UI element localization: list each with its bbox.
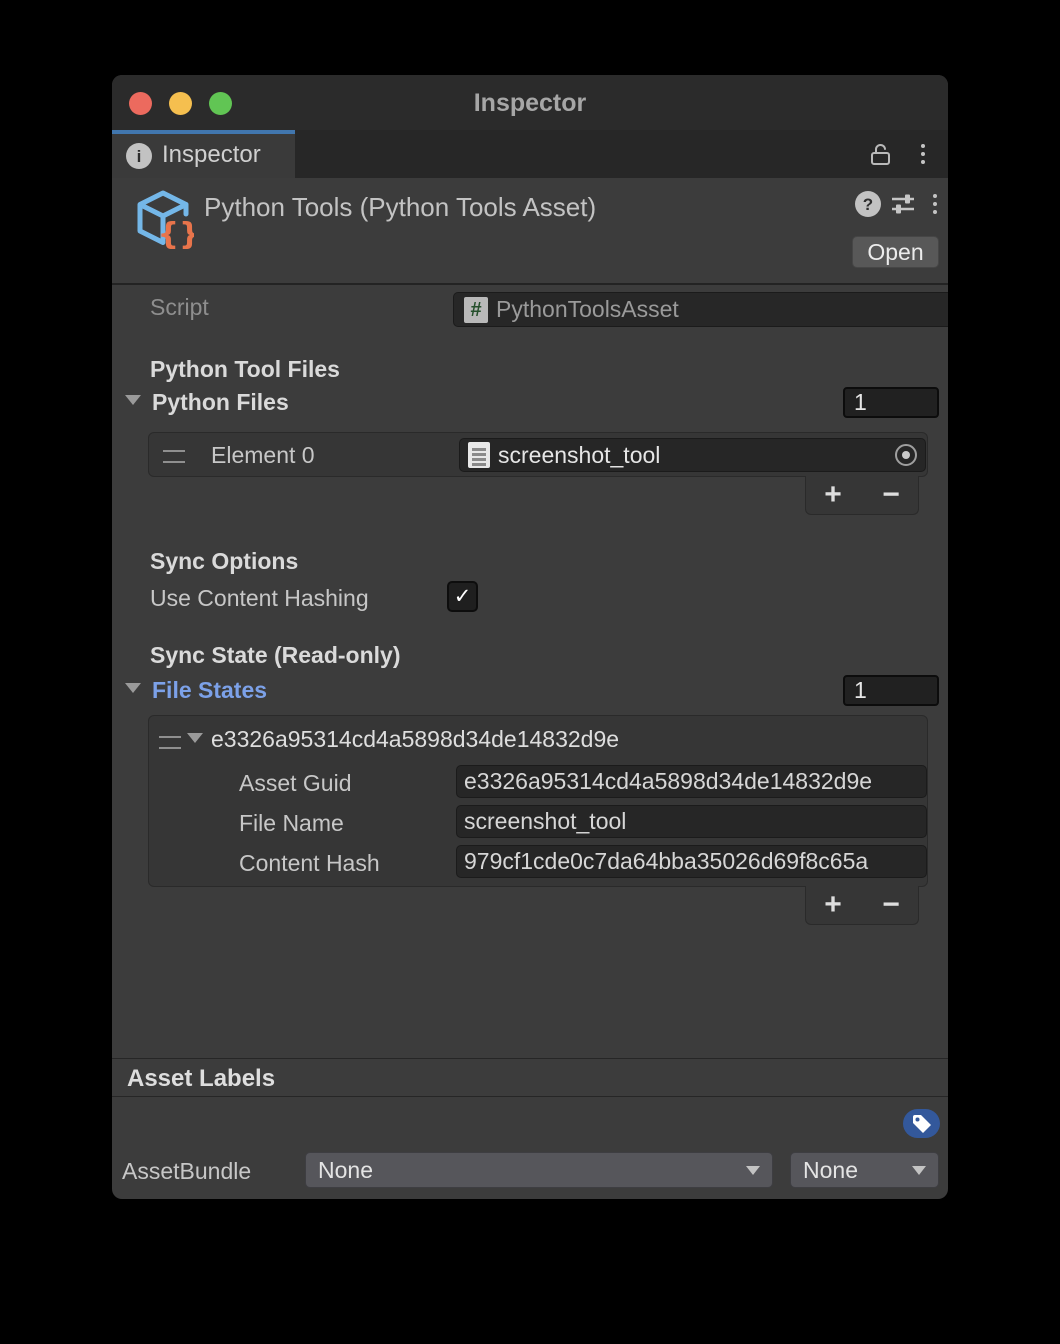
entry-foldout-icon[interactable] (187, 733, 203, 743)
tab-label: Inspector (162, 141, 261, 169)
python-files-count-field[interactable]: 1 (843, 387, 939, 418)
divider (112, 1096, 948, 1097)
python-files-list-box: Element 0 screenshot_tool (148, 432, 928, 477)
object-picker-icon[interactable] (895, 444, 917, 466)
file-states-count-field[interactable]: 1 (843, 675, 939, 706)
drag-handle-icon[interactable] (163, 450, 185, 463)
file-states-foldout-icon[interactable] (125, 683, 141, 693)
python-files-foldout-icon[interactable] (125, 395, 141, 405)
inspector-window: Inspector i Inspector {} Python Tools (P… (112, 75, 948, 1199)
assetbundle-variant-value: None (803, 1157, 858, 1184)
assetbundle-label: AssetBundle (122, 1158, 251, 1185)
help-icon[interactable]: ? (855, 191, 881, 217)
tab-bar: i Inspector (112, 130, 948, 178)
element-0-value: screenshot_tool (498, 442, 887, 469)
titlebar: Inspector (112, 75, 948, 130)
chevron-down-icon (912, 1166, 926, 1175)
add-element-button[interactable]: + (813, 888, 853, 922)
asset-header: {} Python Tools (Python Tools Asset) ? O… (112, 178, 948, 285)
presets-icon[interactable] (890, 191, 916, 217)
info-icon: i (126, 143, 152, 169)
script-field-value: PythonToolsAsset (496, 296, 948, 323)
content-hash-value: 979cf1cde0c7da64bba35026d69f8c65a (464, 848, 868, 875)
element-0-label: Element 0 (211, 442, 315, 469)
divider (112, 1058, 948, 1059)
asset-title: Python Tools (Python Tools Asset) (204, 192, 596, 223)
remove-element-button[interactable]: − (871, 888, 911, 922)
python-files-foldout-label[interactable]: Python Files (152, 389, 289, 416)
asset-guid-value: e3326a95314cd4a5898d34de14832d9e (464, 768, 872, 795)
python-tool-files-section: Python Tool Files (150, 356, 340, 383)
sync-options-section: Sync Options (150, 548, 298, 575)
file-states-list-controls: + − (805, 886, 919, 925)
window-title: Inspector (112, 75, 948, 130)
element-0-object-field[interactable]: screenshot_tool (459, 438, 926, 472)
content-hash-label: Content Hash (239, 850, 380, 877)
chevron-down-icon (746, 1166, 760, 1175)
use-content-hashing-checkbox[interactable]: ✓ (447, 581, 478, 612)
csharp-script-icon: # (464, 297, 488, 323)
assetbundle-dropdown-value: None (318, 1157, 373, 1184)
lock-icon[interactable] (868, 141, 894, 167)
file-name-field[interactable]: screenshot_tool (456, 805, 927, 838)
python-files-list-controls: + − (805, 476, 919, 515)
tag-icon (911, 1113, 933, 1135)
asset-guid-field[interactable]: e3326a95314cd4a5898d34de14832d9e (456, 765, 927, 798)
header-menu-kebab-icon[interactable] (922, 191, 948, 217)
use-content-hashing-label: Use Content Hashing (150, 585, 369, 612)
script-label: Script (150, 294, 209, 321)
tab-inspector[interactable]: i Inspector (112, 130, 295, 178)
assetbundle-variant-dropdown[interactable]: None (790, 1152, 939, 1188)
sync-state-section: Sync State (Read-only) (150, 642, 401, 669)
content-hash-field[interactable]: 979cf1cde0c7da64bba35026d69f8c65a (456, 845, 927, 878)
file-states-foldout-label[interactable]: File States (152, 677, 267, 704)
file-name-label: File Name (239, 810, 344, 837)
tab-menu-kebab-icon[interactable] (910, 141, 936, 167)
braces-glyph: {} (158, 217, 194, 250)
asset-labels-section: Asset Labels (127, 1065, 275, 1093)
open-button[interactable]: Open (852, 236, 939, 268)
text-asset-icon (468, 442, 490, 468)
file-states-list-box: e3326a95314cd4a5898d34de14832d9e Asset G… (148, 715, 928, 887)
asset-labels-tag-button[interactable] (903, 1109, 940, 1138)
remove-element-button[interactable]: − (871, 478, 911, 512)
assetbundle-dropdown[interactable]: None (305, 1152, 773, 1188)
add-element-button[interactable]: + (813, 478, 853, 512)
drag-handle-icon[interactable] (159, 736, 181, 749)
script-field: # PythonToolsAsset (453, 292, 948, 327)
python-tools-asset-icon: {} (132, 188, 194, 250)
entry-header-label[interactable]: e3326a95314cd4a5898d34de14832d9e (211, 726, 619, 753)
asset-guid-label: Asset Guid (239, 770, 352, 797)
file-name-value: screenshot_tool (464, 808, 626, 835)
